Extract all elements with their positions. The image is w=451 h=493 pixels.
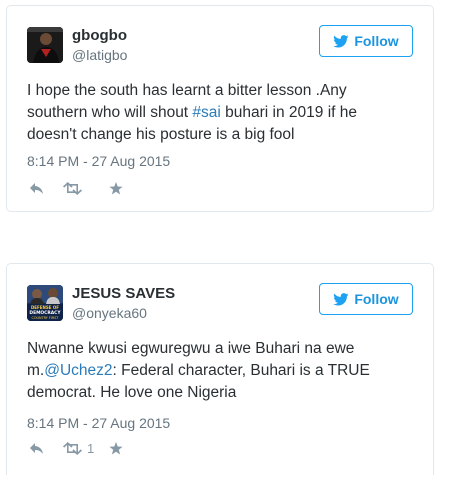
like-button[interactable] xyxy=(109,442,123,455)
text-segment: doesn't change his posture is a big fool xyxy=(27,126,295,143)
display-name[interactable]: JESUS SAVES xyxy=(72,285,175,302)
tweet-actions: 1 xyxy=(29,441,123,456)
text-segment: I hope the south has learnt a bitter les… xyxy=(27,82,347,99)
text-segment: : Federal character, Buhari is a TRUE xyxy=(112,362,370,379)
text-segment: southern who will shout xyxy=(27,104,193,121)
retweet-icon xyxy=(63,442,82,455)
reply-button[interactable] xyxy=(29,182,63,195)
twitter-bird-icon xyxy=(333,292,349,305)
screen-name[interactable]: @latigbo xyxy=(72,47,127,63)
text-segment: m. xyxy=(27,362,45,379)
retweet-icon xyxy=(63,182,82,195)
text-segment: democrat. He love one Nigeria xyxy=(27,384,237,401)
tweet-line: I hope the south has learnt a bitter les… xyxy=(27,80,415,102)
hashtag-link[interactable]: #sai xyxy=(192,104,220,121)
text-segment: buhari in 2019 if he xyxy=(220,104,358,121)
reply-button[interactable] xyxy=(29,442,63,455)
retweet-button[interactable]: 1 xyxy=(63,441,109,456)
star-icon xyxy=(109,442,123,455)
tweet-line: democrat. He love one Nigeria xyxy=(27,382,415,404)
text-segment: Nwanne kwusi egwuregwu a iwe Buhari na e… xyxy=(27,340,355,357)
tweet-line: Nwanne kwusi egwuregwu a iwe Buhari na e… xyxy=(27,338,415,360)
follow-button[interactable]: Follow xyxy=(319,25,413,57)
follow-button[interactable]: Follow xyxy=(319,283,413,315)
timestamp-link[interactable]: 8:14 PM - 27 Aug 2015 xyxy=(27,415,170,431)
mention-link[interactable]: @Uchez2 xyxy=(44,362,112,379)
avatar-caption: DEFENSE OF xyxy=(31,305,59,310)
like-button[interactable] xyxy=(109,182,123,195)
reply-icon xyxy=(30,443,43,454)
reply-icon xyxy=(30,183,43,194)
tweet-line: m.@Uchez2: Federal character, Buhari is … xyxy=(27,360,415,382)
screen-name[interactable]: @onyeka60 xyxy=(72,305,147,321)
timestamp-link[interactable]: 8:14 PM - 27 Aug 2015 xyxy=(27,153,170,169)
display-name[interactable]: gbogbo xyxy=(72,27,127,44)
tweet-card: gbogbo @latigbo Follow I hope the south … xyxy=(6,5,434,212)
retweet-button[interactable] xyxy=(63,182,109,195)
user-avatar-image xyxy=(27,27,63,63)
avatar-caption: COUNTRY FIRST xyxy=(32,316,60,320)
avatar[interactable] xyxy=(27,27,63,63)
star-icon xyxy=(109,182,123,195)
tweet-actions xyxy=(29,182,123,195)
twitter-bird-icon xyxy=(333,34,349,47)
retweet-count: 1 xyxy=(87,441,95,456)
user-avatar-image: DEFENSE OF DEMOCRACY COUNTRY FIRST xyxy=(27,285,63,321)
tweet-line: southern who will shout #sai buhari in 2… xyxy=(27,102,415,124)
follow-label: Follow xyxy=(354,291,399,307)
follow-label: Follow xyxy=(354,33,399,49)
tweet-card: DEFENSE OF DEMOCRACY COUNTRY FIRST JESUS… xyxy=(6,263,434,475)
tweet-text: Nwanne kwusi egwuregwu a iwe Buhari na e… xyxy=(27,338,415,404)
tweet-text: I hope the south has learnt a bitter les… xyxy=(27,80,415,146)
tweet-line: doesn't change his posture is a big fool xyxy=(27,124,415,146)
avatar[interactable]: DEFENSE OF DEMOCRACY COUNTRY FIRST xyxy=(27,285,63,321)
